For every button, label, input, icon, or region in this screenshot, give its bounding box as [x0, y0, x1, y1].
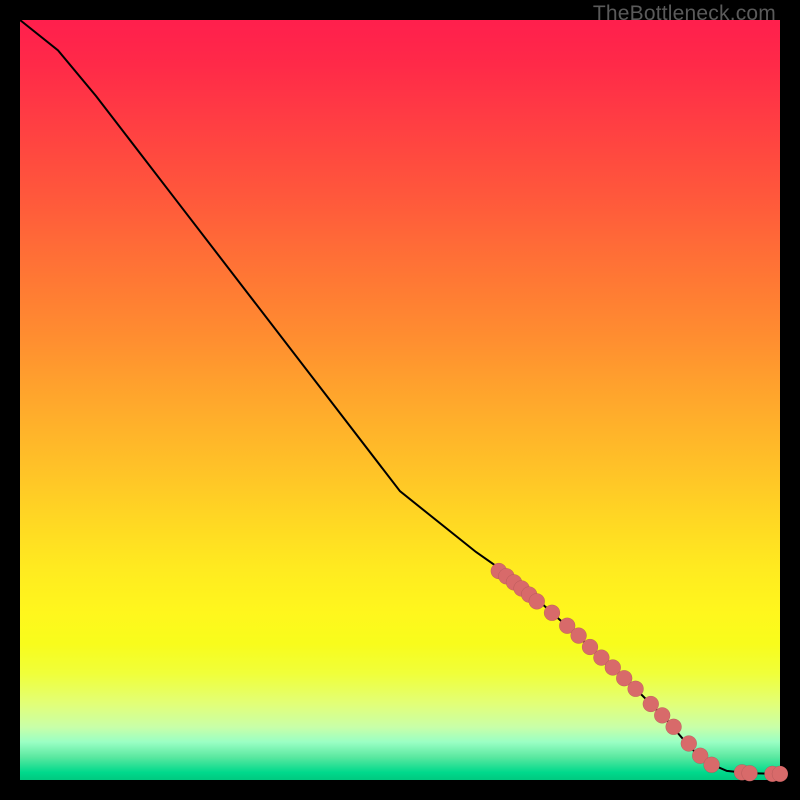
data-point	[772, 766, 788, 782]
watermark-text: TheBottleneck.com	[593, 2, 776, 26]
data-point	[704, 757, 720, 773]
data-point	[628, 681, 644, 697]
plot-area	[20, 20, 780, 780]
series-points	[491, 563, 788, 782]
data-point	[544, 605, 560, 621]
data-point	[681, 736, 697, 752]
data-point	[529, 593, 545, 609]
series-line	[20, 20, 780, 774]
data-point	[666, 719, 682, 735]
data-point	[742, 765, 758, 781]
chart-frame: TheBottleneck.com	[0, 0, 800, 800]
chart-svg	[20, 20, 780, 780]
